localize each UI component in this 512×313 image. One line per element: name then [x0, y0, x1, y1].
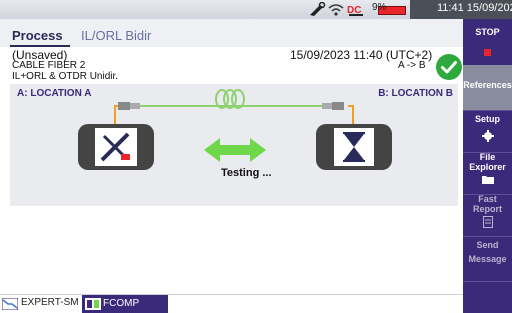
wifi-icon [328, 4, 344, 16]
gear-icon [481, 130, 494, 142]
tools-icon [310, 2, 326, 16]
bidirectional-arrow-icon [204, 138, 266, 162]
file-explorer-label-1: File [479, 152, 496, 162]
send-message-label-2: Message [468, 254, 507, 264]
send-message-button[interactable]: Send Message [463, 236, 512, 281]
tab-process[interactable]: Process [12, 28, 63, 43]
battery-icon: 9% [370, 2, 408, 16]
dc-power-icon: DC [347, 5, 363, 16]
send-message-label-1: Send [476, 240, 499, 250]
file-explorer-label-2: Explorer [469, 162, 506, 172]
otdr-trace-icon [2, 298, 18, 310]
link-diagram-graphic [78, 89, 392, 170]
test-info: (Unsaved) CABLE FIBER 2 IL+ORL & OTDR Un… [10, 47, 462, 84]
clock-time: 11:41 [437, 2, 464, 14]
fast-report-label-2: Report [473, 204, 502, 214]
connector-a [118, 102, 140, 110]
setup-label: Setup [474, 114, 500, 124]
link-diagram: A: LOCATION A B: LOCATION B Testing ... [10, 84, 458, 206]
folder-icon [481, 176, 494, 184]
cable-name: CABLE FIBER 2 [12, 60, 86, 71]
fcomp-icon [85, 298, 101, 310]
battery-percent: 9% [372, 2, 387, 13]
references-button[interactable]: References [463, 65, 512, 110]
clock-date: 15/09/2023 [466, 2, 512, 14]
file-explorer-button[interactable]: File Explorer [463, 152, 512, 194]
location-b-label: B: LOCATION B [378, 88, 453, 99]
tab-bar: Process IL/ORL Bidir [0, 19, 463, 47]
fcomp-app[interactable]: FCOMP [82, 295, 168, 313]
tab-il-orl-bidir[interactable]: IL/ORL Bidir [81, 28, 151, 43]
stop-button[interactable]: STOP [463, 19, 512, 65]
action-sidebar: STOP References Setup File Explorer Fast… [463, 19, 512, 313]
expert-sm-app[interactable]: EXPERT-SM [21, 297, 79, 308]
connector-b [322, 102, 344, 110]
stop-label: STOP [475, 27, 500, 37]
references-label: References [463, 80, 512, 90]
test-state-text: Testing ... [221, 167, 272, 179]
fast-report-label-1: Fast [478, 194, 497, 204]
lead-b [348, 105, 354, 124]
report-icon [482, 216, 493, 228]
separator [463, 281, 512, 282]
clock: 11:41 15/09/2023 [437, 2, 512, 14]
test-direction: A -> B [398, 60, 426, 71]
fast-report-button[interactable]: Fast Report [463, 194, 512, 236]
setup-button[interactable]: Setup [463, 110, 512, 152]
bottom-bar: EXPERT-SM FCOMP [0, 294, 463, 313]
location-a-label: A: LOCATION A [17, 88, 92, 99]
stop-icon [484, 49, 491, 56]
fcomp-label: FCOMP [103, 298, 140, 309]
status-bar: DC 9% 11:41 15/09/2023 [0, 0, 512, 19]
check-circle-icon [436, 54, 462, 80]
test-type: IL+ORL & OTDR Unidir. [12, 71, 119, 82]
hourglass-device-icon [316, 124, 392, 170]
tools-device-icon [78, 124, 154, 170]
